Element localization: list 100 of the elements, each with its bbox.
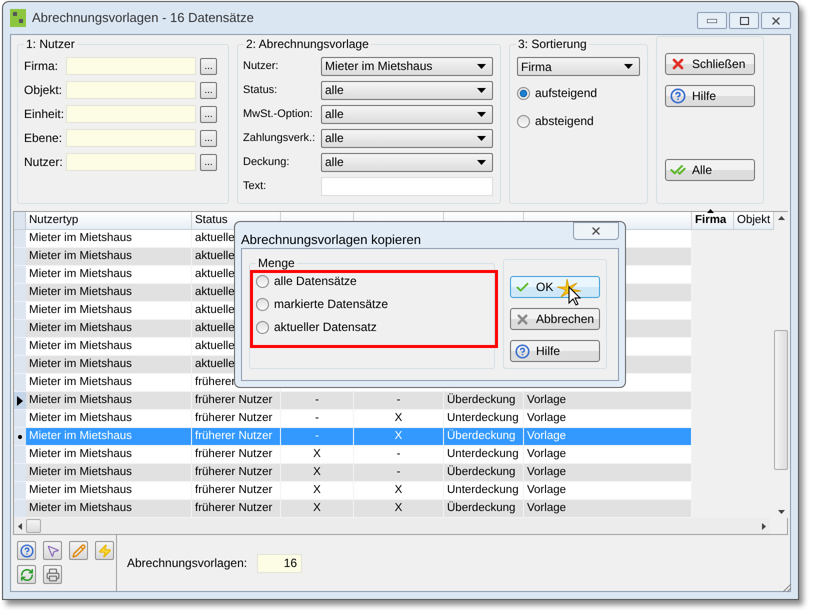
close-button[interactable] bbox=[761, 12, 791, 29]
table-cell-text: Vorlage bbox=[527, 482, 566, 498]
table-cell-text: Überdeckung bbox=[447, 392, 516, 408]
table-cell-text: Mieter im Mietshaus bbox=[29, 320, 132, 336]
dropdown[interactable]: Mieter im Mietshaus bbox=[321, 56, 493, 76]
table-cell-text: Überdeckung bbox=[447, 500, 516, 516]
pencil-icon bbox=[72, 544, 86, 558]
table-cell-text: Vorlage bbox=[527, 464, 566, 480]
cancel-button[interactable]: Abbrechen bbox=[510, 308, 600, 330]
tool-button[interactable] bbox=[69, 541, 88, 560]
table-cell-text: Mieter im Mietshaus bbox=[29, 446, 132, 462]
help-button[interactable]: Hilfe bbox=[510, 340, 600, 362]
scroll-thumb[interactable] bbox=[26, 519, 41, 533]
column-header[interactable]: Status bbox=[195, 212, 228, 230]
row-header[interactable] bbox=[14, 428, 26, 446]
text-field[interactable] bbox=[321, 176, 493, 196]
row-header[interactable] bbox=[14, 392, 26, 410]
sort-arrow-icon bbox=[707, 208, 714, 213]
close-icon bbox=[590, 225, 602, 237]
close-button[interactable]: Schließen bbox=[665, 53, 755, 75]
radio-button[interactable] bbox=[256, 298, 269, 310]
table-cell-text: Unterdeckung bbox=[447, 410, 519, 426]
field-label: MwSt.-Option: bbox=[243, 106, 314, 122]
radio-button[interactable] bbox=[517, 114, 530, 128]
table-cell-text: X bbox=[313, 464, 321, 480]
help-button[interactable]: Hilfe bbox=[665, 85, 755, 107]
radio-button[interactable] bbox=[517, 86, 530, 100]
field-label: Einheit: bbox=[24, 106, 66, 123]
app-logo-icon bbox=[10, 9, 26, 27]
tool-button[interactable] bbox=[43, 565, 62, 584]
browse-button[interactable]: ... bbox=[200, 106, 217, 122]
input-field[interactable] bbox=[66, 105, 196, 123]
tool-button[interactable] bbox=[95, 541, 114, 560]
input-field[interactable] bbox=[66, 129, 196, 147]
table-cell-text: Vorlage bbox=[527, 428, 566, 444]
close-button[interactable] bbox=[573, 222, 619, 240]
minimize-button[interactable] bbox=[697, 12, 727, 29]
dropdown[interactable]: Firma bbox=[517, 57, 640, 76]
group-title: 3: Sortierung bbox=[516, 37, 589, 51]
tool-button[interactable] bbox=[17, 565, 36, 584]
count-field: 16 bbox=[257, 554, 302, 572]
radio-button[interactable] bbox=[256, 320, 269, 334]
field-label: Ebene: bbox=[24, 130, 64, 147]
table-row[interactable]: Mieter im Mietshaus früherer Nutzer - X Unterdeckung Vorlage bbox=[26, 410, 692, 428]
table-row[interactable]: Mieter im Mietshaus früherer Nutzer X X Überdeckung Vorlage bbox=[26, 500, 692, 518]
input-field[interactable] bbox=[66, 57, 196, 75]
column-header[interactable]: Objekt bbox=[737, 212, 770, 230]
vertical-scrollbar[interactable] bbox=[774, 212, 788, 518]
table-cell-text: aktuelle bbox=[195, 320, 235, 336]
table-cell-text: aktuelle bbox=[195, 248, 235, 264]
input-field[interactable] bbox=[66, 153, 196, 171]
table-cell-text: X bbox=[313, 482, 321, 498]
cancel-icon bbox=[515, 312, 530, 326]
dropdown-arrow-icon bbox=[477, 64, 486, 68]
table-cell-text: früherer Nutzer bbox=[195, 482, 272, 498]
group-title: 2: Abrechnungsvorlage bbox=[244, 37, 371, 51]
scroll-thumb[interactable] bbox=[774, 330, 788, 470]
tool-button[interactable] bbox=[43, 541, 62, 560]
dropdown[interactable]: alle bbox=[321, 152, 493, 172]
input-field[interactable] bbox=[66, 81, 196, 99]
browse-button[interactable]: ... bbox=[200, 58, 217, 74]
dropdown-arrow-icon bbox=[477, 160, 486, 164]
table-cell-text: aktuelle bbox=[195, 266, 235, 282]
scroll-down-icon bbox=[778, 510, 784, 514]
table-cell-text: Überdeckung bbox=[447, 428, 516, 444]
dropdown[interactable]: alle bbox=[321, 80, 493, 100]
table-cell-text: aktuelle bbox=[195, 230, 235, 246]
table-cell-text: Mieter im Mietshaus bbox=[29, 482, 132, 498]
dropdown[interactable]: alle bbox=[321, 128, 493, 148]
horizontal-scrollbar[interactable] bbox=[14, 518, 770, 534]
table-cell-text: X bbox=[394, 410, 402, 426]
maximize-button[interactable] bbox=[729, 12, 759, 29]
table-cell-text: X bbox=[313, 500, 321, 516]
minimize-icon bbox=[707, 18, 717, 22]
column-header[interactable]: Firma bbox=[695, 212, 726, 230]
radio-label: absteigend bbox=[535, 113, 594, 130]
browse-button[interactable]: ... bbox=[200, 130, 217, 146]
table-cell-text: Mieter im Mietshaus bbox=[29, 284, 132, 300]
refresh-icon bbox=[20, 568, 34, 582]
table-row[interactable]: Mieter im Mietshaus früherer Nutzer X - Überdeckung Vorlage bbox=[26, 464, 692, 482]
table-cell-text: aktuelle bbox=[195, 338, 235, 354]
table-cell-text: X bbox=[394, 482, 402, 498]
table-row[interactable]: Mieter im Mietshaus früherer Nutzer - - Überdeckung Vorlage bbox=[26, 392, 692, 410]
pointer-icon bbox=[46, 544, 60, 558]
radio-button[interactable] bbox=[256, 274, 269, 288]
table-cell-text: Vorlage bbox=[527, 392, 566, 408]
table-cell-text: Mieter im Mietshaus bbox=[29, 500, 132, 516]
select-all-button[interactable]: Alle bbox=[665, 159, 755, 181]
table-cell-text: - bbox=[315, 410, 319, 426]
tool-button[interactable] bbox=[17, 541, 36, 560]
group-title: 1: Nutzer bbox=[24, 37, 77, 51]
table-row[interactable]: Mieter im Mietshaus früherer Nutzer X - Unterdeckung Vorlage bbox=[26, 446, 692, 464]
dropdown[interactable]: alle bbox=[321, 104, 493, 124]
table-cell-text: Mieter im Mietshaus bbox=[29, 392, 132, 408]
table-cell-text: Vorlage bbox=[527, 410, 566, 426]
browse-button[interactable]: ... bbox=[200, 82, 217, 98]
table-row[interactable]: Mieter im Mietshaus früherer Nutzer X X Unterdeckung Vorlage bbox=[26, 482, 692, 500]
table-cell-text: aktuelle bbox=[195, 302, 235, 318]
browse-button[interactable]: ... bbox=[200, 154, 217, 170]
column-header[interactable]: Nutzertyp bbox=[29, 212, 78, 230]
